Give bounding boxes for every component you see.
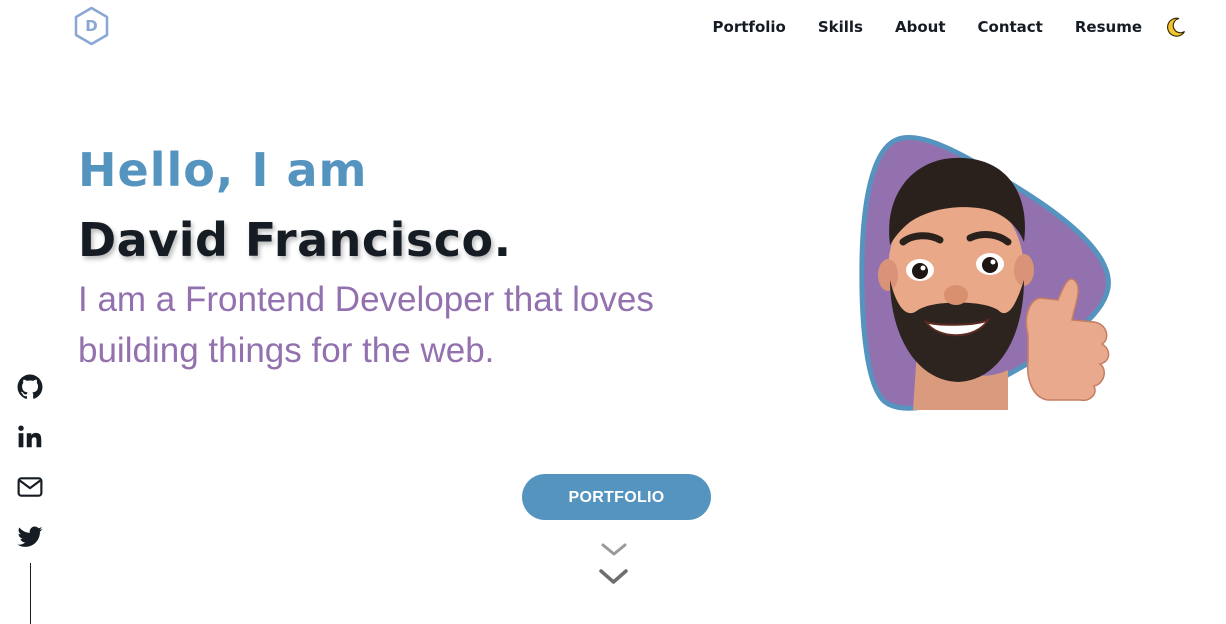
twitter-icon [17,526,43,547]
nav-link-resume[interactable]: Resume [1075,18,1142,36]
twitter-link[interactable] [17,524,43,550]
moon-icon [1167,17,1185,37]
hero-tagline: I am a Frontend Developer that loves bui… [78,280,654,370]
theme-toggle-button[interactable] [1165,16,1187,38]
mail-icon [17,477,43,497]
hero-name: David Francisco. [78,210,512,270]
hero-name-dot: . [493,213,512,267]
site-logo[interactable]: D [73,6,110,46]
nav-link-skills[interactable]: Skills [818,18,863,36]
github-icon [17,374,43,399]
nav-link-portfolio[interactable]: Portfolio [713,18,786,36]
hero-greeting: Hello, I am [78,143,368,197]
hero-name-text: David Francisco [78,213,494,267]
linkedin-icon [18,425,42,448]
main-nav: Portfolio Skills About Contact Resume [713,17,1142,37]
github-link[interactable] [17,374,43,400]
nav-link-contact[interactable]: Contact [978,18,1043,36]
double-chevron-down-icon [599,543,628,584]
social-divider-line [30,563,31,624]
social-links [17,374,45,574]
memoji-thumbs-up-avatar-icon [859,134,1111,411]
logo-letter: D [85,17,98,35]
scroll-down-button[interactable] [598,540,630,590]
portfolio-button[interactable]: PORTFOLIO [522,474,711,520]
nav-link-about[interactable]: About [895,18,946,36]
linkedin-link[interactable] [17,424,43,450]
hero-avatar [858,130,1118,415]
email-link[interactable] [17,474,43,500]
